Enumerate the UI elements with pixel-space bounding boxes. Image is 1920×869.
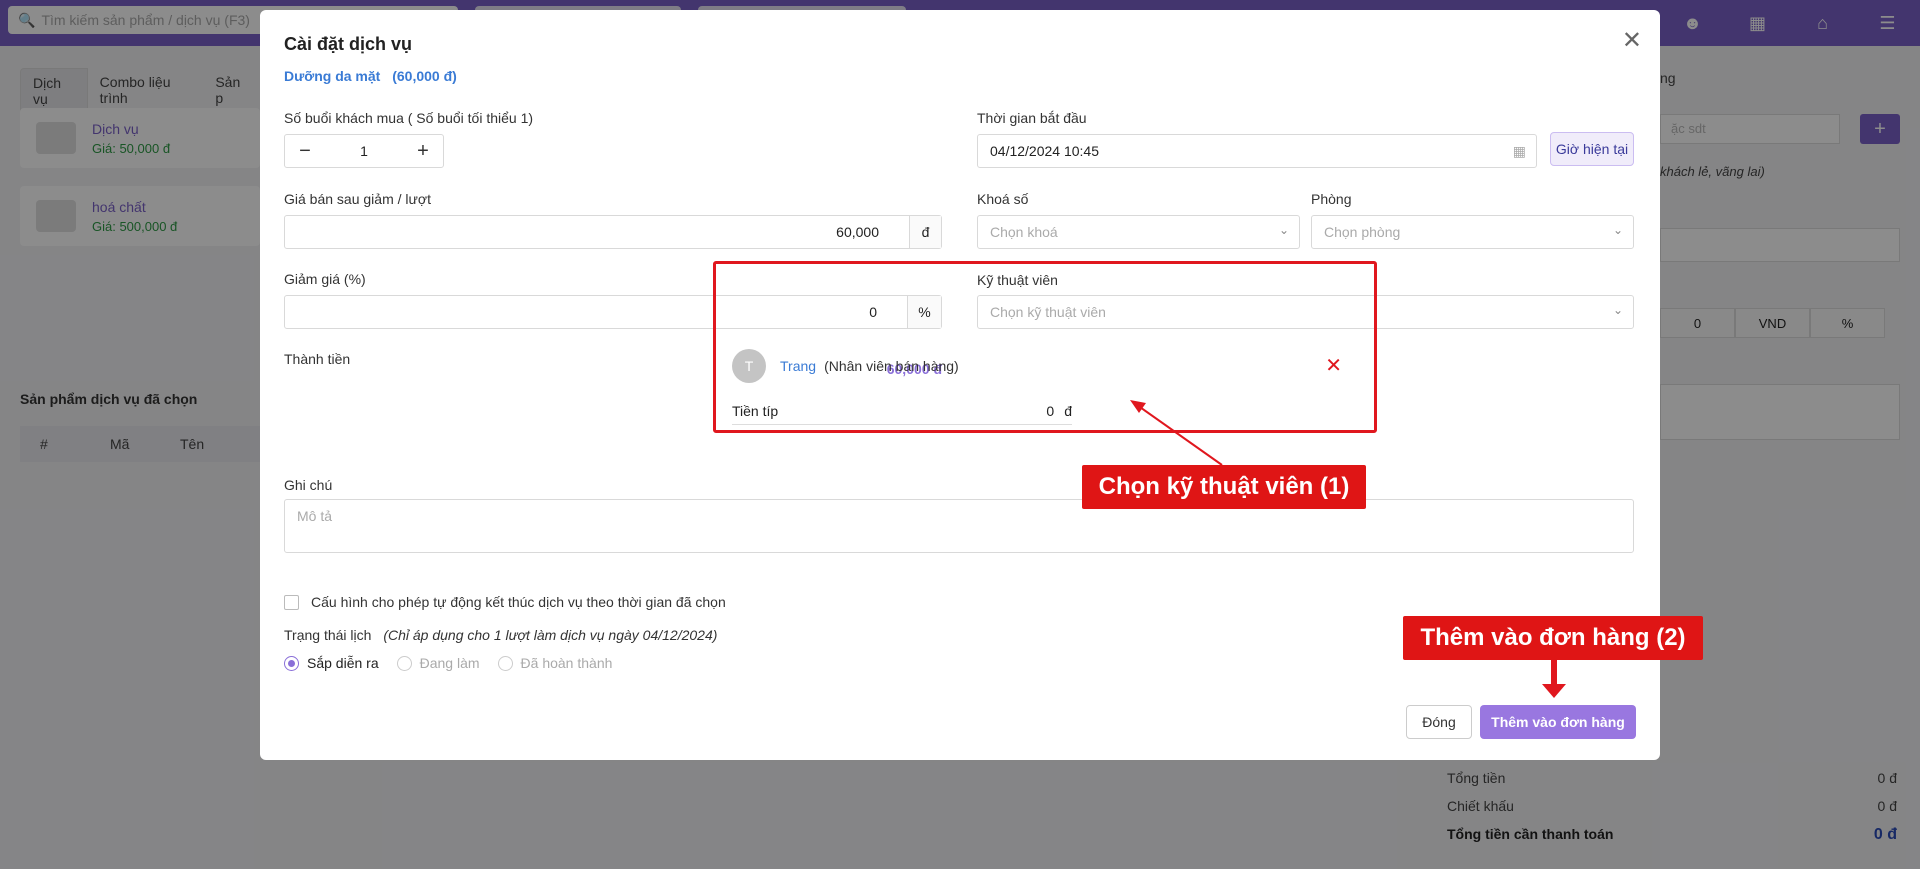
status-option-label: Đã hoàn thành [520,655,613,671]
start-time-value: 04/12/2024 10:45 [990,143,1099,159]
room-select[interactable]: Chọn phòng ⌄ [1311,215,1634,249]
callout-choose-technician: Chọn kỹ thuật viên (1) [1082,465,1366,509]
status-radio-group: Sắp diễn ra Đang làm Đã hoàn thành [284,655,630,671]
start-time-input[interactable]: 04/12/2024 10:45 ▦ [977,134,1537,168]
remove-icon[interactable]: ✕ [1325,353,1342,378]
discount-label: Giảm giá (%) [284,271,366,287]
auto-finish-label: Cấu hình cho phép tự động kết thúc dịch … [311,594,726,610]
price-value[interactable]: 60,000 [285,216,909,248]
plus-icon[interactable]: + [403,140,443,163]
note-textarea[interactable]: Mô tả [284,499,1634,553]
sessions-value[interactable]: 1 [325,143,403,159]
start-time-label: Thời gian bắt đầu [977,110,1087,126]
calendar-icon[interactable]: ▦ [1513,143,1526,160]
chevron-down-icon: ⌄ [1278,223,1289,237]
tip-field[interactable]: Tiền típ 0 đ [732,397,1072,425]
status-note: (Chỉ áp dụng cho 1 lượt làm dịch vụ ngày… [383,627,718,643]
price-label: Giá bán sau giảm / lượt [284,191,431,207]
auto-finish-checkbox[interactable] [284,594,299,610]
course-select[interactable]: Chọn khoá ⌄ [977,215,1300,249]
minus-icon[interactable]: − [285,140,325,163]
status-option-done[interactable]: Đã hoàn thành [497,655,613,671]
room-label: Phòng [1311,191,1352,207]
course-placeholder: Chọn khoá [990,224,1058,240]
price-input[interactable]: 60,000 đ [284,215,942,249]
status-label: Trạng thái lịch [284,627,372,643]
tip-unit: đ [1064,402,1072,419]
chevron-down-icon: ⌄ [1612,223,1623,237]
sessions-label: Số buổi khách mua ( Số buổi tối thiểu 1) [284,110,534,126]
status-option-in-progress[interactable]: Đang làm [396,655,480,671]
status-section: Trạng thái lịch (Chỉ áp dụng cho 1 lượt … [284,627,717,643]
current-time-button[interactable]: Giờ hiện tại [1550,132,1634,166]
close-icon[interactable]: ✕ [1622,26,1642,55]
auto-finish-option[interactable]: Cấu hình cho phép tự động kết thúc dịch … [284,594,726,610]
add-to-order-button[interactable]: Thêm vào đơn hàng [1480,705,1636,739]
chevron-down-icon: ⌄ [1612,303,1623,317]
technician-item: T Trang (Nhân viên bán hàng) ✕ [732,345,1362,387]
total-label: Thành tiền [284,351,351,367]
avatar: T [732,349,766,383]
service-name: Dưỡng da mặt [284,68,381,84]
price-unit: đ [909,216,941,248]
course-label: Khoá số [977,191,1029,207]
service-price: (60,000 đ) [392,68,457,84]
note-label: Ghi chú [284,477,333,493]
tip-label: Tiền típ [732,402,779,419]
radio-icon[interactable] [396,655,412,671]
close-button[interactable]: Đóng [1406,705,1472,739]
service-summary: Dưỡng da mặt (60,000 đ) [284,68,457,84]
technician-role: (Nhân viên bán hàng) [824,358,959,374]
room-placeholder: Chọn phòng [1324,224,1401,240]
radio-icon[interactable] [284,655,299,671]
status-option-label: Đang làm [419,655,480,671]
status-option-label: Sắp diễn ra [307,655,379,671]
status-option-upcoming[interactable]: Sắp diễn ra [284,655,379,671]
sessions-stepper: − 1 + [284,134,444,168]
callout-add-to-order: Thêm vào đơn hàng (2) [1403,616,1703,660]
technician-name[interactable]: Trang [780,358,816,374]
radio-icon[interactable] [497,655,513,671]
tip-value[interactable]: 0 [1046,403,1054,419]
modal-title: Cài đặt dịch vụ [284,34,413,54]
